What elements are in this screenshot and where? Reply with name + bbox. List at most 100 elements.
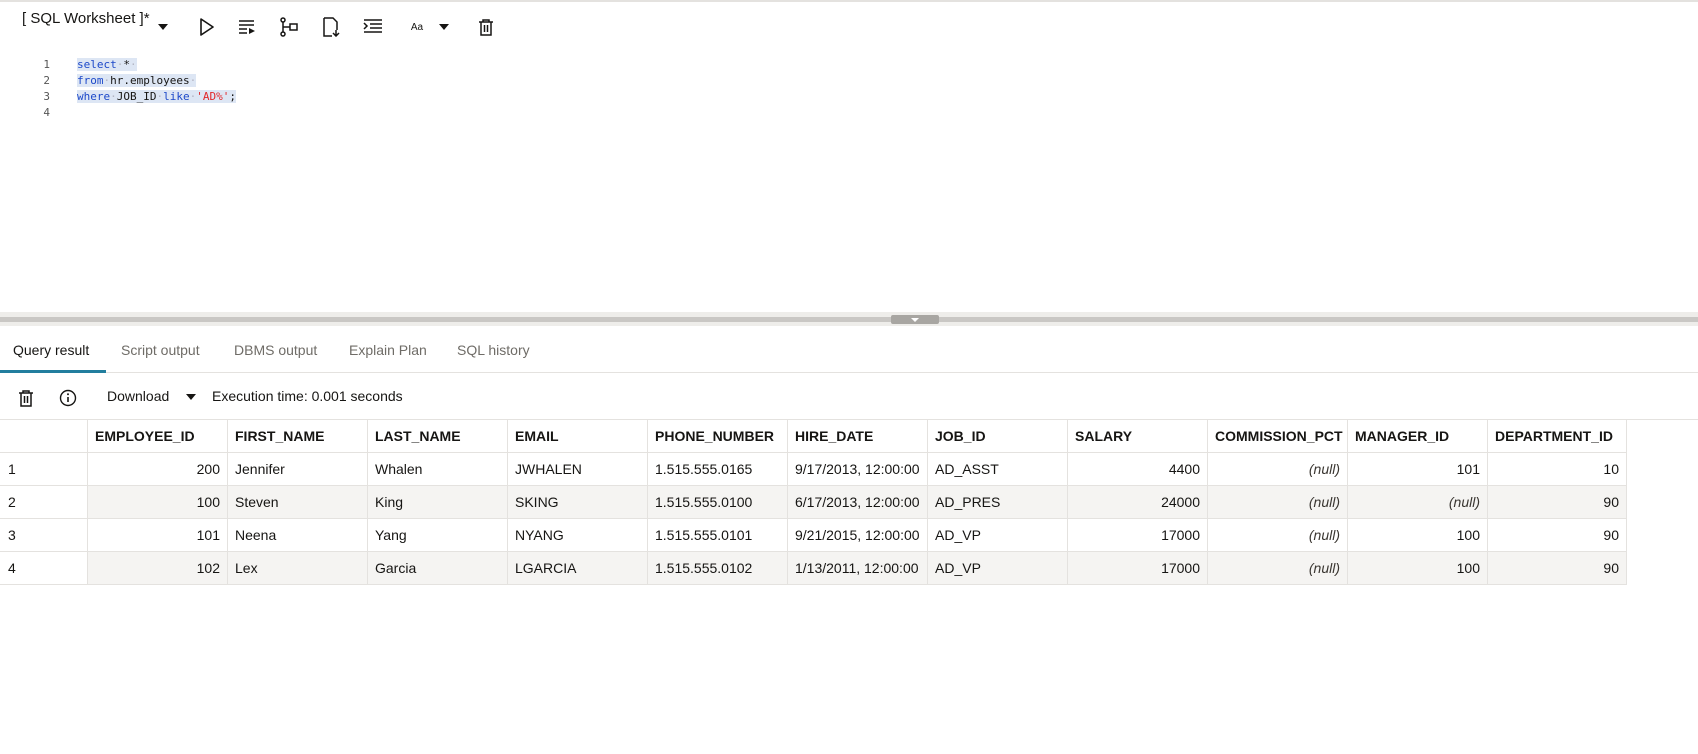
cell-salary[interactable]: 17000 (1068, 552, 1208, 585)
cell-commission-pct[interactable]: (null) (1208, 453, 1348, 486)
column-header[interactable]: LAST_NAME (368, 420, 508, 453)
download-button[interactable]: Download (107, 388, 169, 404)
editor-line: 3 where·JOB_ID·like·'AD%'; (0, 88, 1698, 104)
cell-salary[interactable]: 4400 (1068, 453, 1208, 486)
save-button[interactable] (320, 16, 342, 38)
clear-button[interactable] (475, 16, 497, 38)
cell-commission-pct[interactable]: (null) (1208, 552, 1348, 585)
tab-dbms-output[interactable]: DBMS output (234, 342, 317, 358)
font-size-button[interactable]: Aa (406, 16, 428, 38)
download-chevron-down-icon[interactable] (186, 394, 196, 400)
cell-last-name[interactable]: Whalen (368, 453, 508, 486)
cell-manager-id[interactable]: 100 (1348, 519, 1488, 552)
keyword: from (77, 73, 104, 87)
editor-line: 4 (0, 104, 1698, 120)
cell-email[interactable]: NYANG (508, 519, 648, 552)
cell-salary[interactable]: 24000 (1068, 486, 1208, 519)
table-row[interactable]: 2 100 Steven King SKING 1.515.555.0100 6… (0, 486, 1627, 519)
run-script-icon (239, 20, 255, 34)
explain-plan-icon (280, 17, 298, 37)
cell-email[interactable]: SKING (508, 486, 648, 519)
cell-email[interactable]: JWHALEN (508, 453, 648, 486)
cell-job-id[interactable]: AD_PRES (928, 486, 1068, 519)
cell-hire-date[interactable]: 9/21/2015, 12:00:00 (788, 519, 928, 552)
column-header[interactable]: EMAIL (508, 420, 648, 453)
grid-header-row: EMPLOYEE_ID FIRST_NAME LAST_NAME EMAIL P… (0, 420, 1627, 453)
info-icon (59, 389, 77, 407)
table-row[interactable]: 1 200 Jennifer Whalen JWHALEN 1.515.555.… (0, 453, 1627, 486)
format-button[interactable] (362, 16, 384, 38)
font-size-chevron-down-icon[interactable] (439, 24, 449, 30)
cell-first-name[interactable]: Steven (228, 486, 368, 519)
cell-hire-date[interactable]: 6/17/2013, 12:00:00 (788, 486, 928, 519)
cell-department-id[interactable]: 10 (1488, 453, 1627, 486)
active-tab-indicator (0, 370, 106, 373)
explain-plan-button[interactable] (278, 16, 300, 38)
column-header[interactable]: COMMISSION_PCT (1208, 420, 1348, 453)
cell-email[interactable]: LGARCIA (508, 552, 648, 585)
cell-manager-id[interactable]: 101 (1348, 453, 1488, 486)
splitter-handle[interactable] (891, 315, 939, 324)
cell-employee-id[interactable]: 200 (88, 453, 228, 486)
cell-last-name[interactable]: Garcia (368, 552, 508, 585)
cell-manager-id[interactable]: (null) (1348, 486, 1488, 519)
cell-last-name[interactable]: Yang (368, 519, 508, 552)
column-header[interactable]: FIRST_NAME (228, 420, 368, 453)
code-line: select·*· (77, 57, 137, 71)
tab-script-output[interactable]: Script output (121, 342, 200, 358)
tab-explain-plan[interactable]: Explain Plan (349, 342, 427, 358)
cell-first-name[interactable]: Jennifer (228, 453, 368, 486)
worksheet-title[interactable]: [ SQL Worksheet ]* (22, 10, 150, 27)
cell-job-id[interactable]: AD_VP (928, 552, 1068, 585)
column-header[interactable]: DEPARTMENT_ID (1488, 420, 1627, 453)
tab-sql-history[interactable]: SQL history (457, 342, 530, 358)
cell-hire-date[interactable]: 9/17/2013, 12:00:00 (788, 453, 928, 486)
row-number: 2 (0, 486, 88, 519)
cell-commission-pct[interactable]: (null) (1208, 486, 1348, 519)
cell-first-name[interactable]: Lex (228, 552, 368, 585)
cell-phone-number[interactable]: 1.515.555.0102 (648, 552, 788, 585)
cell-employee-id[interactable]: 102 (88, 552, 228, 585)
code-line: where·JOB_ID·like·'AD%'; (77, 89, 236, 103)
cell-department-id[interactable]: 90 (1488, 552, 1627, 585)
worksheet-menu-chevron-down-icon[interactable] (158, 24, 168, 30)
table-row[interactable]: 3 101 Neena Yang NYANG 1.515.555.0101 9/… (0, 519, 1627, 552)
cell-hire-date[interactable]: 1/13/2011, 12:00:00 (788, 552, 928, 585)
column-header[interactable]: EMPLOYEE_ID (88, 420, 228, 453)
execution-time: Execution time: 0.001 seconds (212, 388, 403, 404)
cell-phone-number[interactable]: 1.515.555.0165 (648, 453, 788, 486)
run-script-button[interactable] (236, 16, 258, 38)
row-number: 3 (0, 519, 88, 552)
column-header[interactable]: PHONE_NUMBER (648, 420, 788, 453)
keyword: where (77, 89, 111, 103)
tab-query-result[interactable]: Query result (13, 342, 89, 358)
cell-department-id[interactable]: 90 (1488, 486, 1627, 519)
trash-icon (19, 390, 33, 407)
string-literal: 'AD%' (196, 89, 230, 103)
column-header[interactable]: MANAGER_ID (1348, 420, 1488, 453)
column-header[interactable]: SALARY (1068, 420, 1208, 453)
cell-phone-number[interactable]: 1.515.555.0101 (648, 519, 788, 552)
sql-editor[interactable]: 1 select·*· 2 from·hr.employees· 3 where… (0, 52, 1698, 310)
line-number: 2 (43, 73, 50, 87)
cell-job-id[interactable]: AD_VP (928, 519, 1068, 552)
cell-first-name[interactable]: Neena (228, 519, 368, 552)
cell-manager-id[interactable]: 100 (1348, 552, 1488, 585)
cell-department-id[interactable]: 90 (1488, 519, 1627, 552)
cell-last-name[interactable]: King (368, 486, 508, 519)
row-number: 4 (0, 552, 88, 585)
editor-line: 1 select·*· (0, 56, 1698, 72)
cell-salary[interactable]: 17000 (1068, 519, 1208, 552)
cell-employee-id[interactable]: 101 (88, 519, 228, 552)
run-statement-button[interactable] (196, 16, 218, 38)
cell-phone-number[interactable]: 1.515.555.0100 (648, 486, 788, 519)
info-button[interactable] (57, 387, 79, 409)
column-header[interactable]: HIRE_DATE (788, 420, 928, 453)
cell-job-id[interactable]: AD_ASST (928, 453, 1068, 486)
pane-splitter[interactable] (0, 312, 1698, 326)
table-row[interactable]: 4 102 Lex Garcia LGARCIA 1.515.555.0102 … (0, 552, 1627, 585)
clear-results-button[interactable] (15, 387, 37, 409)
cell-employee-id[interactable]: 100 (88, 486, 228, 519)
cell-commission-pct[interactable]: (null) (1208, 519, 1348, 552)
column-header[interactable]: JOB_ID (928, 420, 1068, 453)
